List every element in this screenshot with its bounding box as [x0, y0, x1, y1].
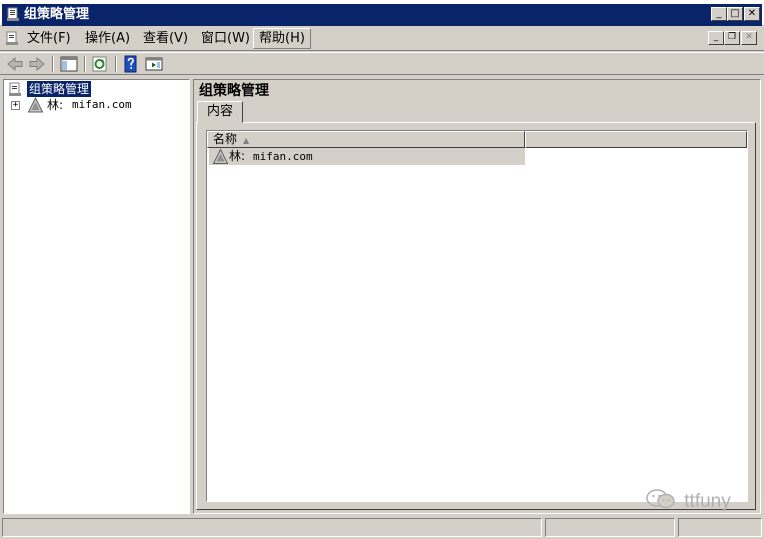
- mdi-restore-button[interactable]: ❐: [724, 31, 740, 45]
- list-item-prefix: 林:: [229, 149, 246, 163]
- refresh-icon[interactable]: [90, 55, 110, 73]
- close-button[interactable]: ✕: [744, 7, 760, 21]
- forest-icon: [212, 148, 229, 164]
- toolbar: [0, 52, 764, 75]
- list-header: 名称 ▲: [207, 131, 747, 148]
- status-cell-main: [2, 518, 542, 537]
- menu-action[interactable]: 操作(A): [80, 28, 135, 49]
- tree-item-prefix: 林:: [47, 98, 64, 112]
- list-view[interactable]: 名称 ▲ 林: mifan.com: [206, 130, 748, 502]
- watermark-text: ttfuny: [684, 491, 731, 512]
- status-cell-secondary: [545, 518, 675, 537]
- title-bar-active[interactable]: 组策略管理 _ □ ✕: [2, 4, 762, 26]
- gpmc-app-icon: [7, 7, 19, 21]
- tab-contents[interactable]: 内容: [197, 101, 244, 123]
- show-hide-tree-icon[interactable]: [59, 55, 79, 73]
- sort-ascending-icon: ▲: [243, 136, 250, 145]
- column-header-name[interactable]: 名称 ▲: [207, 131, 525, 148]
- column-header-blank[interactable]: [525, 131, 747, 148]
- tab-panel-contents: 名称 ▲ 林: mifan.com: [196, 122, 756, 510]
- toolbar-separator: [84, 56, 86, 72]
- details-title: 组策略管理: [199, 83, 269, 99]
- menu-bar: 文件(F) 操作(A) 查看(V) 窗口(W) 帮助(H) _ ❐ ✕: [0, 26, 764, 51]
- gpmc-root-icon: [9, 82, 21, 96]
- menu-help[interactable]: 帮助(H): [253, 28, 311, 49]
- menu-view[interactable]: 查看(V): [138, 28, 193, 49]
- help-icon[interactable]: [121, 55, 141, 73]
- status-cell-tertiary: [678, 518, 762, 537]
- back-icon[interactable]: [5, 55, 25, 73]
- watermark: ttfuny: [645, 488, 731, 513]
- menu-window[interactable]: 窗口(W): [196, 28, 255, 49]
- list-item[interactable]: 林: mifan.com: [209, 148, 525, 165]
- toolbar-separator: [115, 56, 117, 72]
- forward-icon[interactable]: [27, 55, 47, 73]
- status-bar: [0, 516, 764, 539]
- menu-file[interactable]: 文件(F): [22, 28, 76, 49]
- list-item-name: mifan.com: [253, 150, 313, 163]
- window-title: 组策略管理: [24, 7, 90, 22]
- mdi-close-button[interactable]: ✕: [741, 31, 757, 45]
- tree-expand-button[interactable]: +: [11, 101, 20, 110]
- column-header-name-label: 名称: [213, 132, 238, 146]
- tree-item-forest[interactable]: + 林: mifan.com: [8, 97, 188, 113]
- minimize-button[interactable]: _: [711, 7, 727, 21]
- document-icon[interactable]: [5, 31, 20, 46]
- wechat-icon: [646, 489, 675, 509]
- maximize-button[interactable]: □: [727, 7, 743, 21]
- forest-icon: [27, 97, 44, 113]
- tree-root-label[interactable]: 组策略管理: [25, 80, 93, 98]
- toolbar-separator: [52, 56, 54, 72]
- console-view-icon[interactable]: [144, 55, 164, 73]
- details-pane: 组策略管理 内容 名称 ▲ 林: mifan.com: [193, 79, 761, 514]
- console-tree[interactable]: 组策略管理 + 林: mifan.com: [3, 79, 190, 514]
- tree-item-name: mifan.com: [72, 98, 132, 111]
- mdi-minimize-button[interactable]: _: [708, 31, 724, 45]
- title-bar[interactable]: 组策略管理 _ □ ✕: [0, 0, 764, 26]
